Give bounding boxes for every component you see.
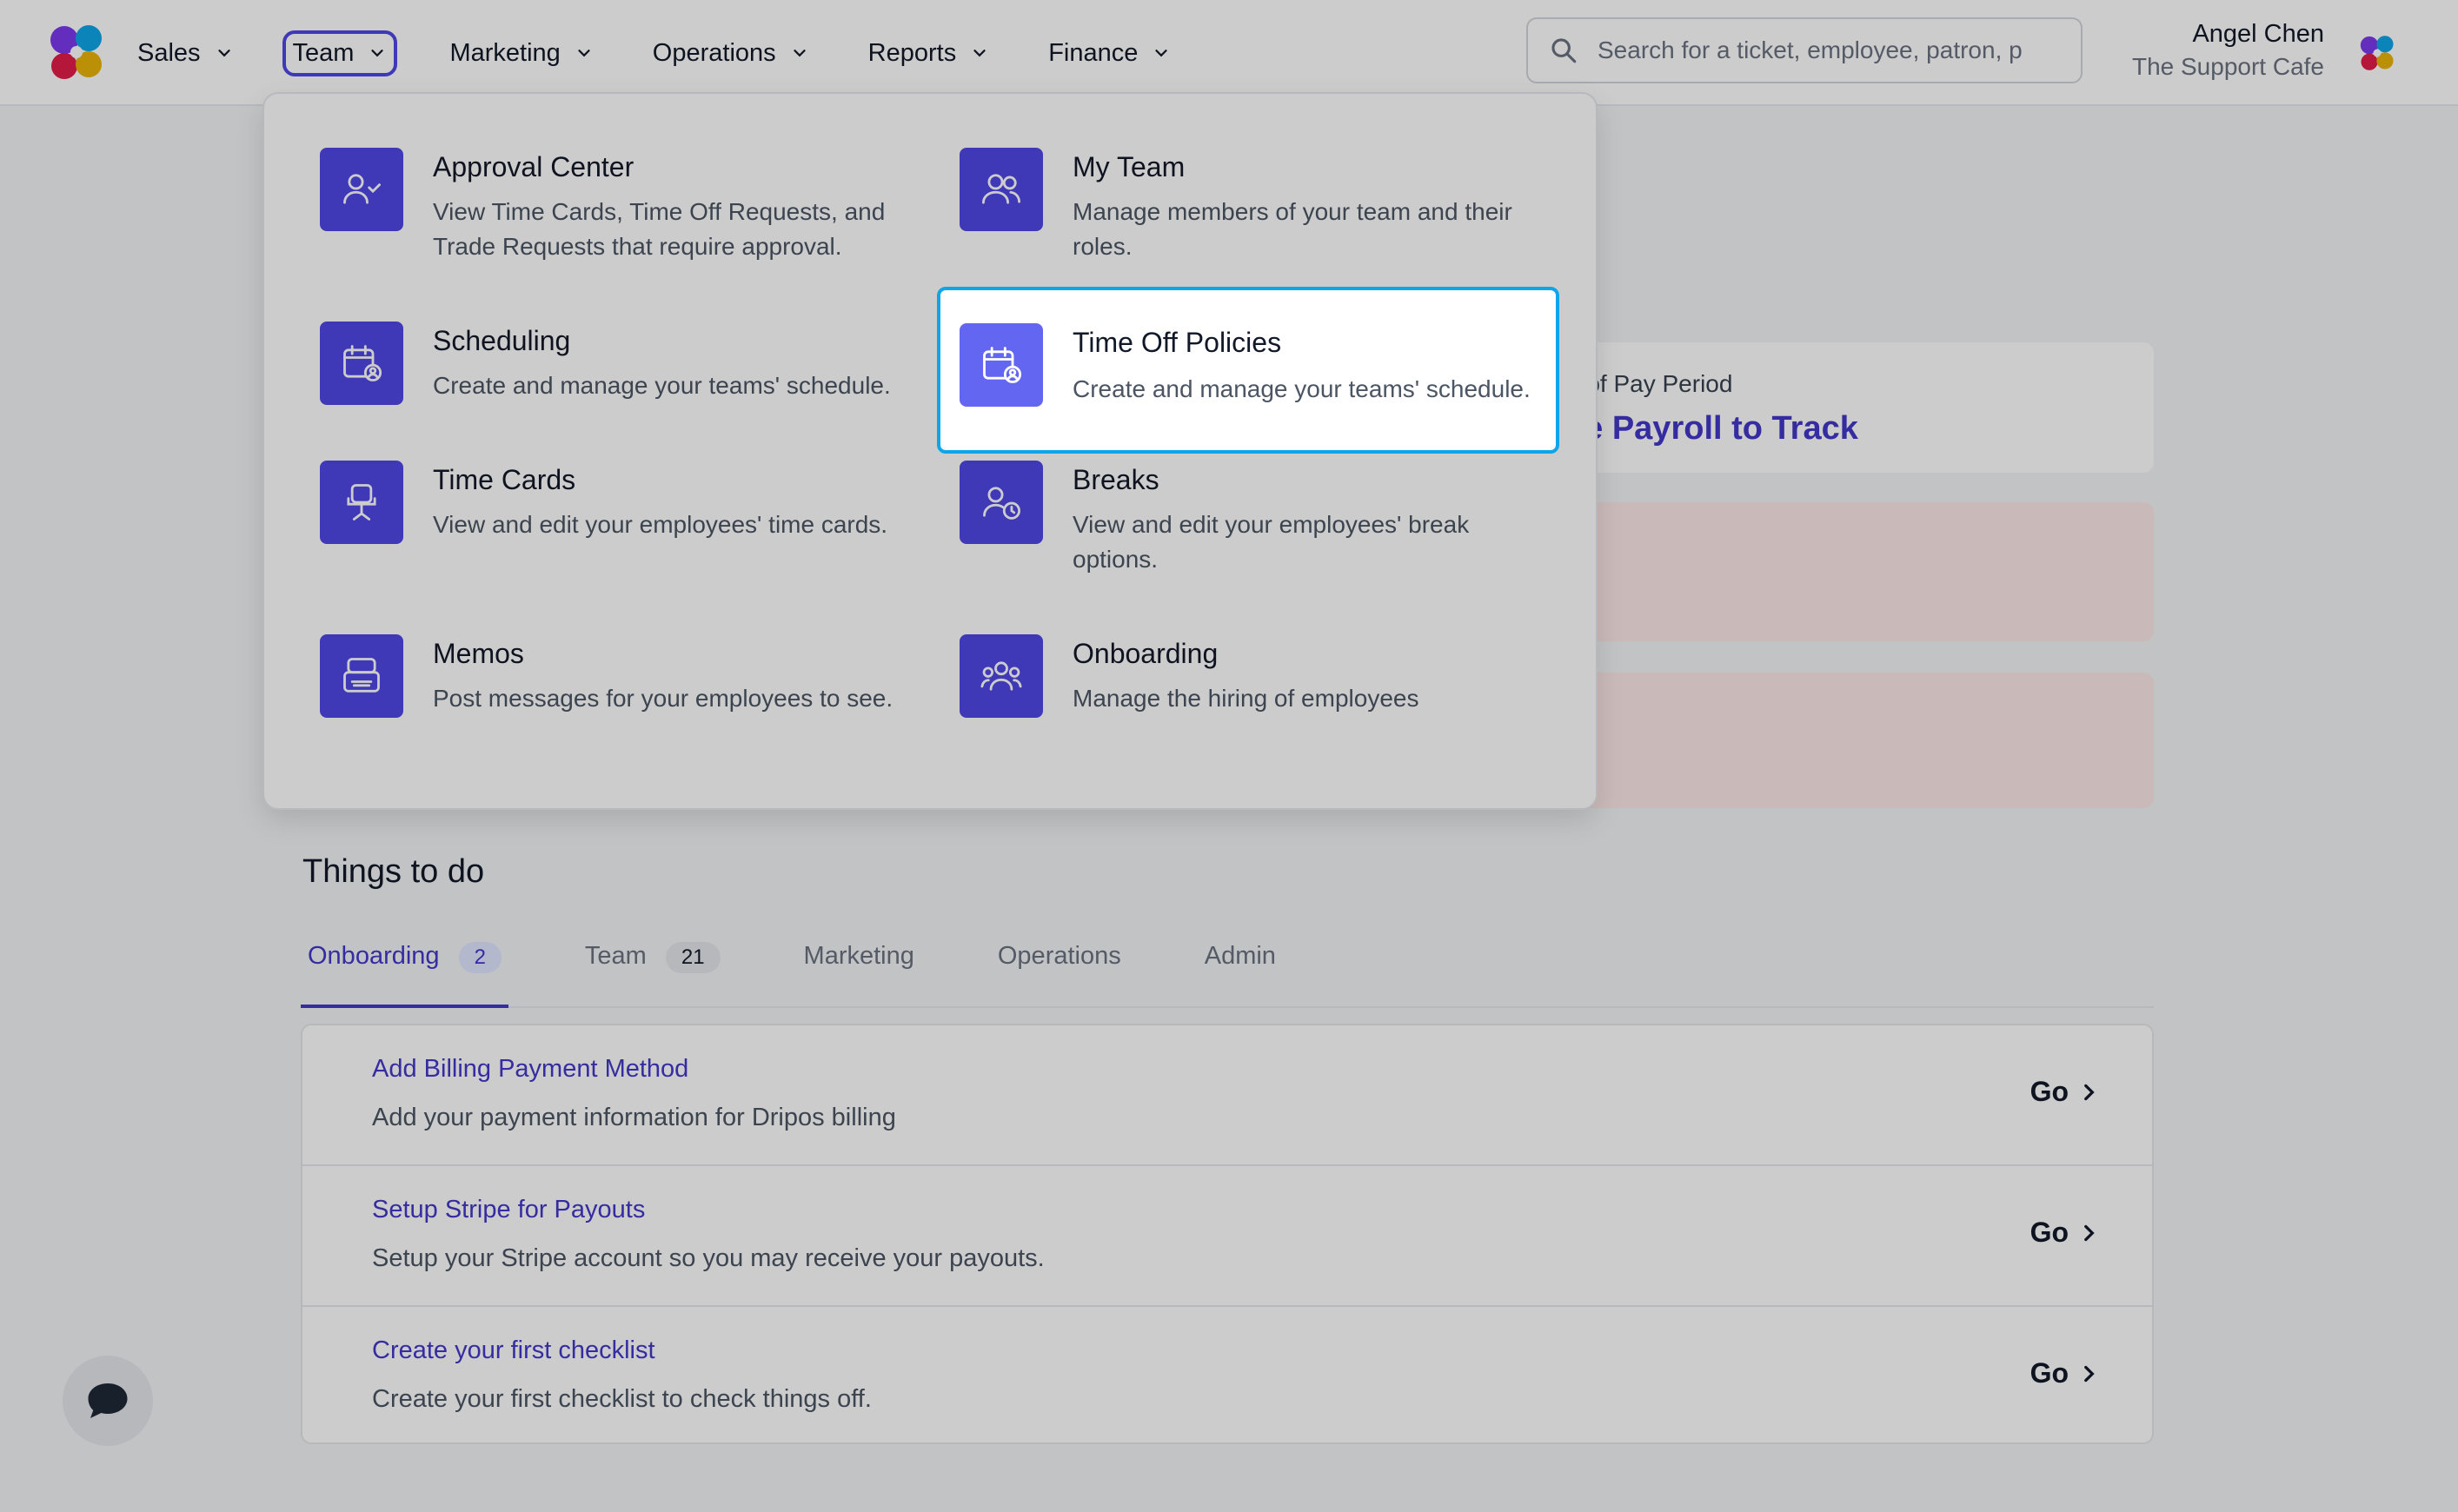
menu-item-description: Manage the hiring of employees (1073, 685, 1419, 712)
menu-item-title: Scheduling (433, 325, 571, 356)
users-group-icon (960, 634, 1043, 718)
menu-item-description: View and edit your employees' time cards… (433, 511, 888, 538)
menu-item-time-cards[interactable]: Time Cards View and edit your employees'… (320, 461, 928, 582)
menu-item-memos[interactable]: Memos Post messages for your employees t… (320, 634, 928, 756)
menu-item-description: Create and manage your teams' schedule. (433, 372, 891, 399)
menu-item-time-off-policies[interactable]: Time Off Policies Create and manage your… (937, 287, 1559, 454)
menu-item-scheduling[interactable]: Scheduling Create and manage your teams'… (320, 322, 928, 417)
menu-item-description: View Time Cards, Time Off Requests, and … (433, 198, 886, 260)
menu-item-description: Manage members of your team and their ro… (1073, 198, 1512, 260)
menu-item-title: My Team (1073, 151, 1186, 182)
menu-item-description: Create and manage your teams' schedule. (1073, 375, 1531, 402)
menu-item-description: View and edit your employees' break opti… (1073, 511, 1470, 573)
menu-item-title: Breaks (1073, 464, 1159, 495)
calendar-user-icon (960, 323, 1043, 407)
menu-item-breaks[interactable]: Breaks View and edit your employees' bre… (960, 461, 1568, 582)
menu-item-onboarding[interactable]: Onboarding Manage the hiring of employee… (960, 634, 1568, 730)
inbox-icon (320, 634, 403, 718)
menu-item-description: Post messages for your employees to see. (433, 685, 894, 712)
menu-item-my-team[interactable]: My Team Manage members of your team and … (960, 148, 1568, 269)
menu-item-title: Time Off Policies (1073, 327, 1282, 358)
menu-item-approval-center[interactable]: Approval Center View Time Cards, Time Of… (320, 148, 928, 269)
menu-item-title: Onboarding (1073, 638, 1219, 669)
users-icon (960, 148, 1043, 231)
menu-item-title: Time Cards (433, 464, 576, 495)
menu-item-title: Approval Center (433, 151, 634, 182)
menu-item-title: Memos (433, 638, 524, 669)
user-check-icon (320, 148, 403, 231)
calendar-user-icon (320, 322, 403, 405)
user-clock-icon (960, 461, 1043, 544)
chair-icon (320, 461, 403, 544)
